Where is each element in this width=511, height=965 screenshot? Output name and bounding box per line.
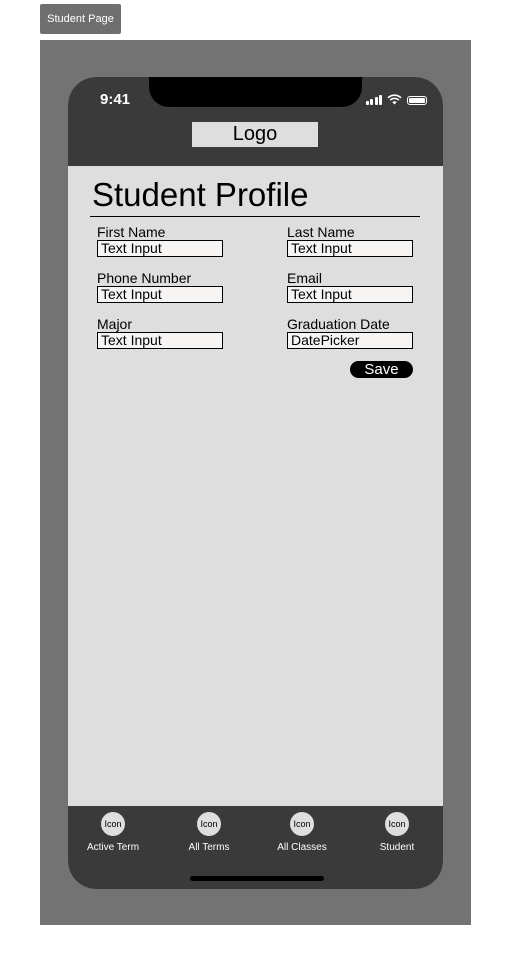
email-field: Email Text Input xyxy=(287,270,413,303)
all-terms-icon: Icon xyxy=(197,812,221,836)
phone-screen: 9:41 Logo Student Profile First Name Tex… xyxy=(68,77,443,889)
phone-number-field: Phone Number Text Input xyxy=(97,270,223,303)
first-name-label: First Name xyxy=(97,224,166,240)
title-divider xyxy=(90,216,420,217)
active-term-icon: Icon xyxy=(101,812,125,836)
first-name-input[interactable]: Text Input xyxy=(97,240,223,257)
tab-student[interactable]: Icon Student xyxy=(352,812,442,853)
status-time: 9:41 xyxy=(100,91,131,108)
tab-bar: Icon Active Term Icon All Terms Icon All… xyxy=(68,806,443,889)
email-label: Email xyxy=(287,270,323,286)
last-name-input[interactable]: Text Input xyxy=(287,240,413,257)
graduation-date-picker[interactable]: DatePicker xyxy=(287,332,413,349)
app-header: 9:41 Logo xyxy=(68,77,443,166)
major-label: Major xyxy=(97,316,133,332)
status-icons xyxy=(365,94,427,105)
major-field: Major Text Input xyxy=(97,316,223,349)
student-icon: Icon xyxy=(385,812,409,836)
phone-number-input[interactable]: Text Input xyxy=(97,286,223,303)
graduation-date-field: Graduation Date DatePicker xyxy=(287,316,413,349)
tab-label: All Terms xyxy=(188,842,230,853)
phone-number-label: Phone Number xyxy=(97,270,192,286)
tab-label: All Classes xyxy=(277,842,327,853)
tab-all-terms[interactable]: Icon All Terms xyxy=(164,812,254,853)
email-input[interactable]: Text Input xyxy=(287,286,413,303)
battery-icon xyxy=(407,96,427,105)
last-name-field: Last Name Text Input xyxy=(287,224,413,257)
tab-label: Student xyxy=(379,842,415,853)
first-name-field: First Name Text Input xyxy=(97,224,223,257)
graduation-date-label: Graduation Date xyxy=(287,316,390,332)
frame-label: Student Page xyxy=(40,4,121,34)
tab-active-term[interactable]: Icon Active Term xyxy=(68,812,158,853)
signal-icon xyxy=(365,95,382,105)
major-input[interactable]: Text Input xyxy=(97,332,223,349)
tab-all-classes[interactable]: Icon All Classes xyxy=(257,812,347,853)
device-notch xyxy=(149,77,362,107)
tab-label: Active Term xyxy=(86,842,140,853)
save-button[interactable]: Save xyxy=(350,361,413,378)
last-name-label: Last Name xyxy=(287,224,355,240)
home-indicator[interactable] xyxy=(190,876,324,881)
page-title: Student Profile xyxy=(92,176,309,213)
logo: Logo xyxy=(192,122,318,147)
wifi-icon xyxy=(387,94,402,105)
all-classes-icon: Icon xyxy=(290,812,314,836)
